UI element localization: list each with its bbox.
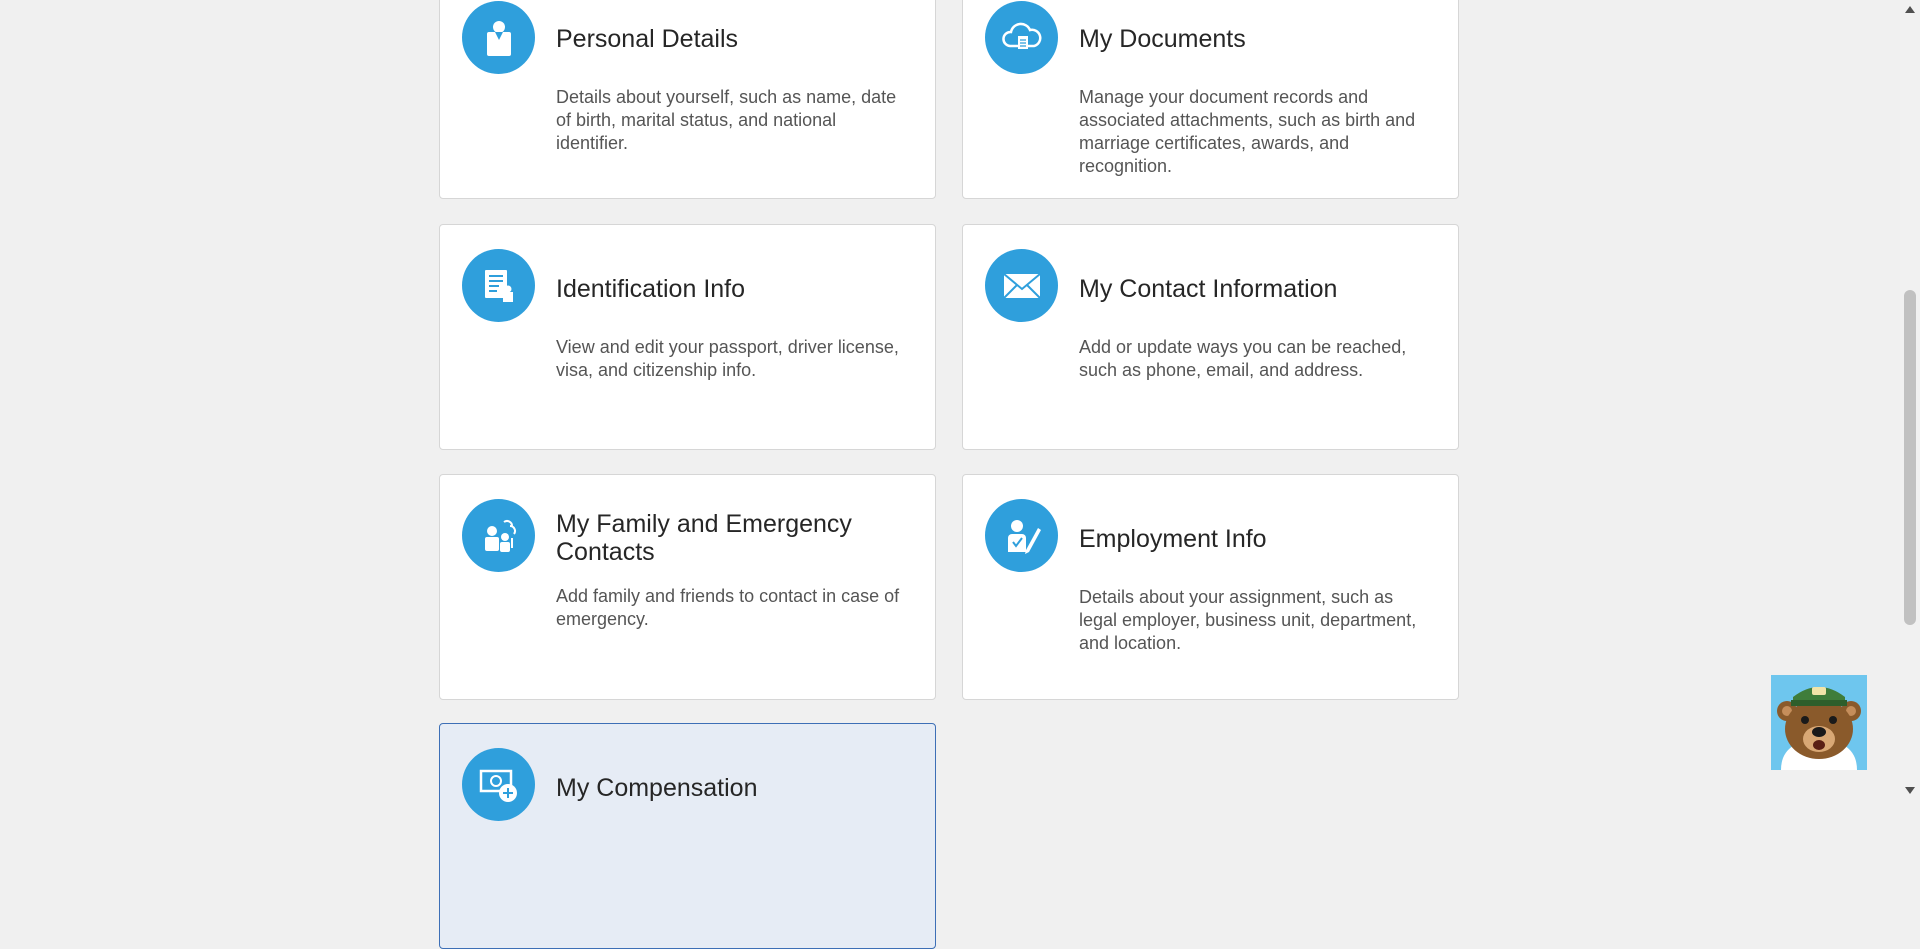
employee-edit-icon — [985, 499, 1058, 572]
cloud-document-icon — [985, 1, 1058, 74]
card-title: My Family and Emergency Contacts — [556, 510, 852, 566]
card-title: My Compensation — [556, 774, 758, 802]
person-card-icon — [462, 1, 535, 74]
card-description: View and edit your passport, driver lice… — [556, 337, 899, 380]
scrollbar-thumb[interactable] — [1904, 290, 1916, 625]
vertical-scrollbar[interactable] — [1900, 0, 1920, 800]
card-title: My Contact Information — [1079, 275, 1338, 303]
card-my-compensation[interactable]: My Compensation — [439, 723, 936, 949]
card-title: Identification Info — [556, 275, 746, 303]
card-description: Add or update ways you can be reached, s… — [1079, 337, 1407, 380]
card-title: My Documents — [1079, 25, 1246, 53]
compensation-icon — [462, 748, 535, 821]
envelope-icon — [985, 249, 1058, 322]
scroll-up-arrow-icon[interactable] — [1905, 6, 1915, 13]
card-my-documents[interactable]: My Documents Manage your document record… — [962, 0, 1459, 199]
id-document-icon — [462, 249, 535, 322]
card-description: Details about yourself, such as name, da… — [556, 87, 897, 153]
card-employment-info[interactable]: Employment Info Details about your assig… — [962, 474, 1459, 700]
family-contacts-icon — [462, 499, 535, 572]
card-title: Employment Info — [1079, 525, 1267, 553]
card-description: Manage your document records and associa… — [1079, 87, 1416, 176]
card-personal-details[interactable]: Personal Details Details about yourself,… — [439, 0, 936, 199]
card-identification-info[interactable]: Identification Info View and edit your p… — [439, 224, 936, 450]
card-description: Details about your assignment, such as l… — [1079, 587, 1417, 653]
scroll-down-arrow-icon[interactable] — [1905, 787, 1915, 794]
card-my-contact-information[interactable]: My Contact Information Add or update way… — [962, 224, 1459, 450]
card-title: Personal Details — [556, 25, 739, 53]
bear-mascot-icon[interactable] — [1771, 675, 1867, 770]
card-my-family-emergency-contacts[interactable]: My Family and Emergency Contacts Add fam… — [439, 474, 936, 700]
card-description: Add family and friends to contact in cas… — [556, 586, 900, 629]
